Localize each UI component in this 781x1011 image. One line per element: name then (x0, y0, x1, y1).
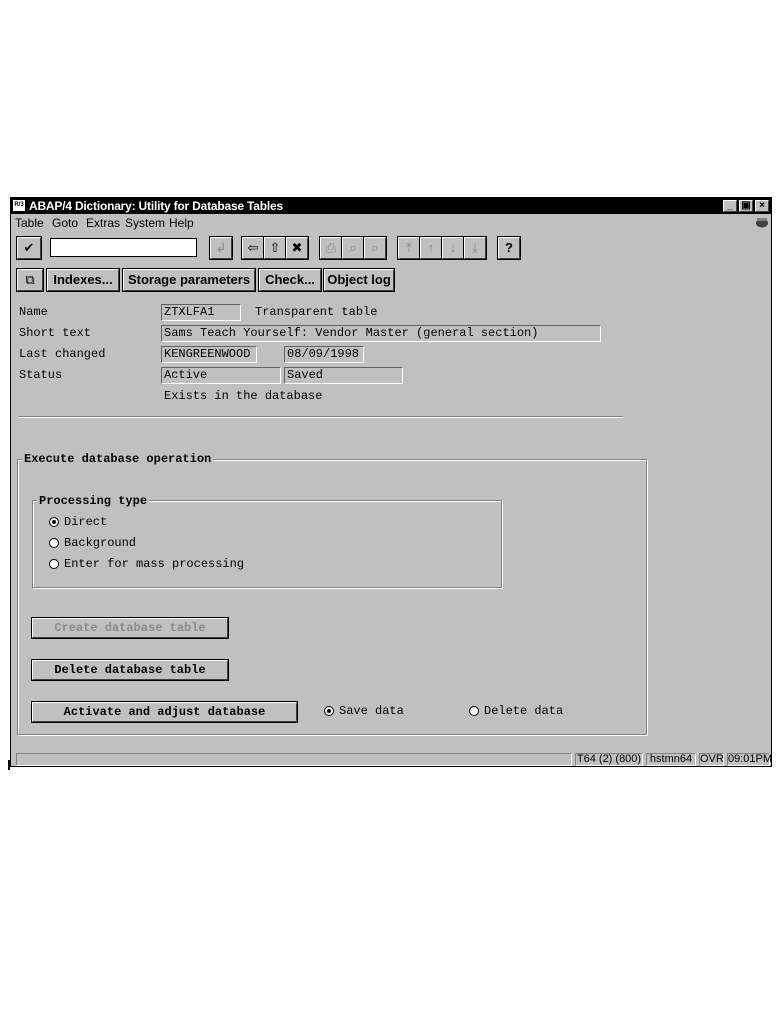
last-changed-label: Last changed (19, 347, 106, 361)
mode-indicator: OVR (699, 753, 724, 766)
processing-type-title: Processing type (37, 494, 150, 508)
content-area: Name ZTXLFA1 Transparent table Short tex… (11, 198, 771, 738)
status-label: Status (19, 368, 63, 382)
short-text-field[interactable]: Sams Teach Yourself: Vendor Master (gene… (161, 325, 601, 342)
server-info: hstmn64 (646, 753, 696, 766)
direct-label: Direct (64, 515, 108, 529)
name-field[interactable]: ZTXLFA1 (161, 304, 241, 321)
delete-data-label: Delete data (484, 704, 564, 718)
status-message (16, 753, 572, 766)
mass-processing-label: Enter for mass processing (64, 557, 245, 571)
saved-field[interactable]: Saved (284, 367, 403, 384)
activate-adjust-database-button[interactable]: Activate and adjust database (31, 701, 298, 723)
background-radio[interactable] (49, 538, 59, 548)
window-edge-mark (8, 760, 10, 770)
direct-radio[interactable] (49, 517, 59, 527)
time-display: 09:01PM (727, 753, 773, 766)
table-type-text: Transparent table (255, 305, 378, 319)
status-bar: T64 (2) (800) hstmn64 OVR 09:01PM (11, 751, 773, 767)
delete-database-table-button[interactable]: Delete database table (31, 659, 229, 681)
changed-by-field[interactable]: KENGREENWOOD (161, 346, 257, 363)
changed-date-field[interactable]: 08/09/1998 (284, 346, 364, 363)
save-data-radio[interactable] (324, 706, 334, 716)
system-info: T64 (2) (800) (575, 753, 643, 766)
mass-processing-radio[interactable] (49, 559, 59, 569)
sap-window: R/3 ABAP/4 Dictionary: Utility for Datab… (10, 197, 772, 767)
delete-data-radio[interactable] (469, 706, 479, 716)
background-label: Background (64, 536, 137, 550)
short-text-label: Short text (19, 326, 92, 340)
separator (19, 416, 623, 418)
save-data-label: Save data (339, 704, 404, 718)
exists-text: Exists in the database (164, 389, 323, 403)
status-field[interactable]: Active (161, 367, 281, 384)
execute-operation-title: Execute database operation (22, 452, 214, 466)
create-database-table-button[interactable]: Create database table (31, 617, 229, 639)
name-label: Name (19, 305, 48, 319)
